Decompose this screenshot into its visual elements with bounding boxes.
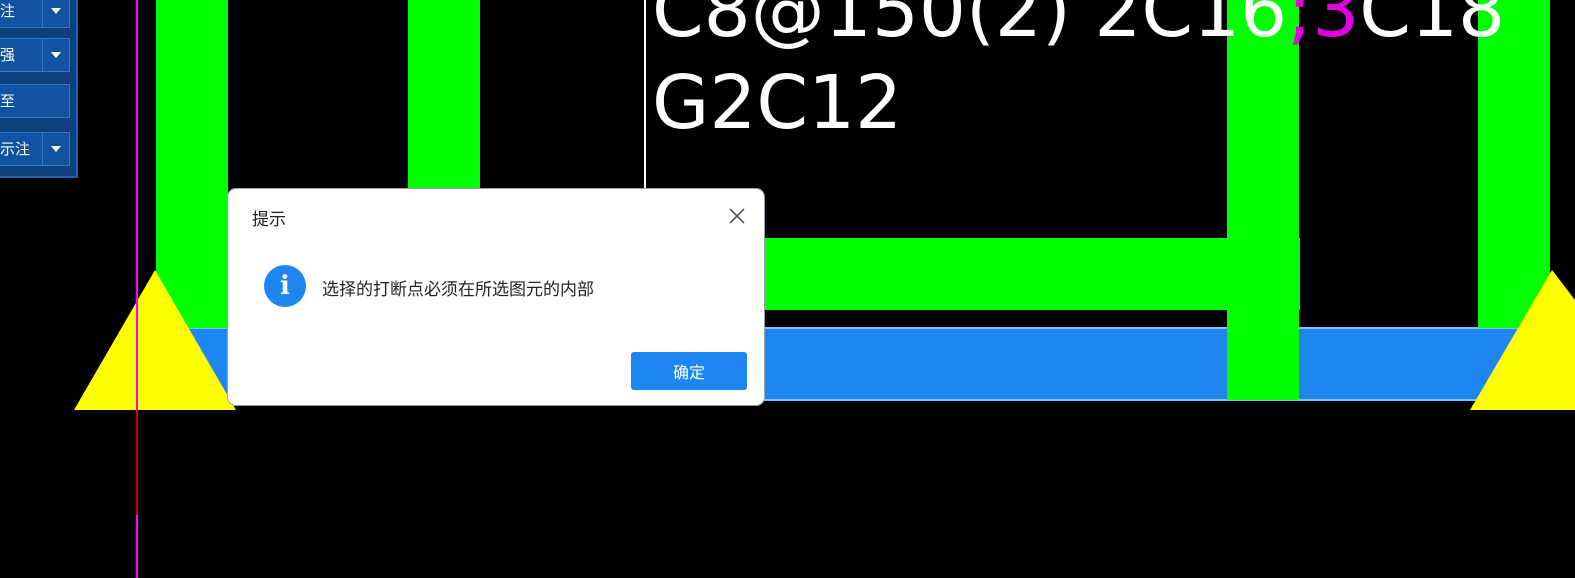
annotation-separator: ;3 [1287,0,1360,54]
rebar-horizontal[interactable] [700,238,1300,310]
toolbar-item-4[interactable]: 示注 [0,132,70,166]
close-icon [729,208,745,224]
rebar-annotation-line2: G2C12 [652,60,903,146]
toolbar-item-label: 示注 [0,140,31,158]
rebar-annotation-line1: C8@150(2) 2C16;3C18 [652,0,1505,48]
ok-button[interactable]: 确定 [631,352,747,390]
toolbar-item-label: 注 [0,2,16,20]
dialog-title: 提示 [252,210,286,230]
info-icon: i [264,265,306,307]
rebar-column-inner-left[interactable] [408,0,480,200]
close-button[interactable] [724,203,750,229]
rebar-column-left[interactable] [156,0,228,328]
toolbar-item-label: 至 [0,92,16,110]
chevron-down-icon[interactable] [42,0,69,27]
toolbar-item-1[interactable]: 注 [0,0,70,28]
floating-toolbar: 注 强 至 示注 [0,0,78,178]
dialog-message: 选择的打断点必须在所选图元的内部 [322,280,594,300]
chevron-down-icon[interactable] [42,39,69,71]
rebar-column-middle[interactable] [1227,0,1299,400]
toolbar-item-label: 强 [0,46,16,64]
message-dialog: 提示 i 选择的打断点必须在所选图元的内部 确定 [228,189,764,405]
toolbar-item-2[interactable]: 强 [0,38,70,72]
chevron-down-icon[interactable] [42,133,69,165]
toolbar-item-3[interactable]: 至 [0,84,70,118]
